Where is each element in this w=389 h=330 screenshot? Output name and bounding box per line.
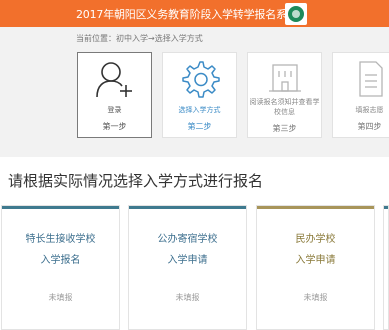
building-icon xyxy=(248,59,321,99)
card-status: 未填报 xyxy=(175,293,200,302)
step-number: 第一步 xyxy=(102,122,127,131)
card-title: 特长生接收学校 xyxy=(25,234,96,245)
document-icon xyxy=(333,59,389,99)
step-label: 阅读报名须知并查看学校信息 xyxy=(249,98,320,116)
card-status: 未填报 xyxy=(303,293,328,302)
card-accent-bar xyxy=(129,206,246,209)
card-accent-bar xyxy=(2,206,119,209)
step-label: 登录 xyxy=(107,106,122,114)
card-subtitle: 入学报名 xyxy=(40,255,81,266)
step-label: 选择入学方式 xyxy=(178,106,221,114)
card-accent-bar xyxy=(384,206,388,209)
step-read-notice[interactable]: 阅读报名须知并查看学校信息 第三步 xyxy=(247,52,322,138)
breadcrumb: 当前位置：初中入学→选择入学方式 xyxy=(76,34,203,43)
step-number: 第二步 xyxy=(187,122,212,131)
card-title: 公办寄宿学校 xyxy=(157,234,218,245)
card-subtitle: 入学申请 xyxy=(295,255,336,266)
app-header: 2017年朝阳区义务教育阶段入学转学报名系统 xyxy=(0,0,389,27)
step-number: 第四步 xyxy=(357,122,382,131)
step-choose-method[interactable]: 选择入学方式 第二步 xyxy=(162,52,237,138)
card-private-school[interactable]: 民办学校 入学申请 未填报 xyxy=(256,205,375,330)
card-title: 民办学校 xyxy=(295,234,336,245)
app-title: 2017年朝阳区义务教育阶段入学转学报名系统 xyxy=(76,8,298,21)
section-title: 请根据实际情况选择入学方式进行报名 xyxy=(8,172,264,190)
gear-icon xyxy=(163,59,236,99)
step-login[interactable]: 登录 第一步 xyxy=(77,52,152,138)
card-accent-bar xyxy=(257,206,374,209)
card-public-boarding-school[interactable]: 公办寄宿学校 入学申请 未填报 xyxy=(128,205,247,330)
step-number: 第三步 xyxy=(272,124,297,133)
card-status: 未填报 xyxy=(48,293,73,302)
card-subtitle: 入学申请 xyxy=(167,255,208,266)
card-partial[interactable] xyxy=(383,205,389,330)
step-fill-preferences[interactable]: 填报志愿 第四步 xyxy=(332,52,389,138)
step-label: 填报志愿 xyxy=(355,106,384,114)
district-emblem-icon xyxy=(285,3,307,25)
user-add-icon xyxy=(78,59,151,99)
card-talent-school[interactable]: 特长生接收学校 入学报名 未填报 xyxy=(1,205,120,330)
